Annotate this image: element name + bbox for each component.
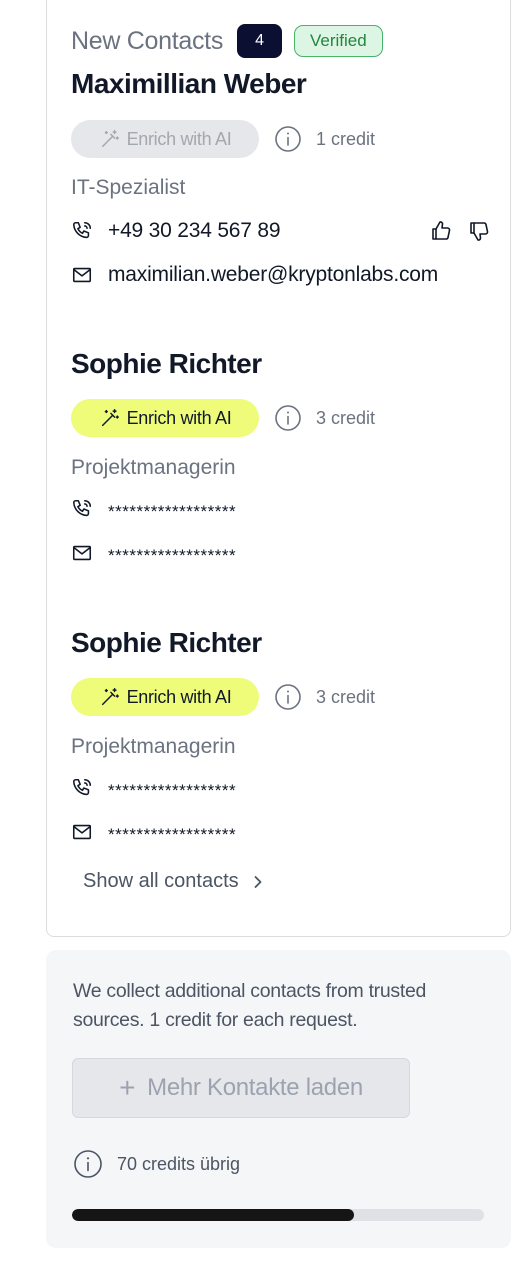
magic-wand-icon <box>101 409 119 427</box>
info-icon[interactable] <box>73 1149 103 1179</box>
enrich-row: Enrich with AI 3 credit <box>71 399 375 437</box>
enrich-with-ai-button[interactable]: Enrich with AI <box>71 120 259 158</box>
credits-progress-bar <box>72 1209 484 1221</box>
credit-cost: 1 credit <box>316 128 376 149</box>
show-all-label: Show all contacts <box>83 870 239 892</box>
enrich-with-ai-button[interactable]: Enrich with AI <box>71 399 259 437</box>
load-more-panel: We collect additional contacts from trus… <box>46 950 511 1248</box>
magic-wand-icon <box>101 130 119 148</box>
enrich-row: Enrich with AI 1 credit <box>71 120 375 158</box>
credits-progress-fill <box>72 1209 355 1221</box>
contact-name: Sophie Richter <box>71 348 262 379</box>
credits-label: 70 credits übrig <box>117 1153 241 1174</box>
phone-row: ****************** <box>71 495 491 523</box>
enrich-label: Enrich with AI <box>126 407 232 428</box>
info-icon[interactable] <box>274 683 302 711</box>
phone-number[interactable]: +49 30 234 567 89 <box>108 219 281 243</box>
phone-icon <box>72 778 92 796</box>
contact-name: Maximillian Weber <box>71 68 307 99</box>
contact-role: IT-Spezialist <box>71 176 186 199</box>
enrich-label: Enrich with AI <box>126 128 232 149</box>
phone-row: +49 30 234 567 89 <box>71 217 491 245</box>
email-address[interactable]: maximilian.weber@kryptonlabs.com <box>108 263 438 287</box>
email-masked: ****************** <box>108 824 237 844</box>
load-more-label: Mehr Kontakte laden <box>147 1074 363 1101</box>
verified-badge: Verified <box>294 25 383 57</box>
chevron-right-icon <box>254 875 262 888</box>
phone-masked: ****************** <box>108 501 237 521</box>
phone-icon <box>72 499 92 517</box>
email-row: maximilian.weber@kryptonlabs.com <box>71 261 491 289</box>
thumbs-up-icon[interactable] <box>429 219 453 243</box>
email-row: ****************** <box>71 539 491 567</box>
mail-icon <box>72 545 92 561</box>
phone-masked: ****************** <box>108 780 237 800</box>
phone-row: ****************** <box>71 774 491 802</box>
phone-icon <box>72 221 92 239</box>
contact-role: Projektmanagerin <box>71 456 236 479</box>
mail-icon <box>72 267 92 283</box>
enrich-label: Enrich with AI <box>126 686 232 707</box>
header-title: New Contacts <box>71 26 224 55</box>
credit-cost: 3 credit <box>316 686 376 707</box>
contact-role: Projektmanagerin <box>71 735 236 758</box>
mail-icon <box>72 824 92 840</box>
plus-icon: + <box>119 1072 136 1103</box>
magic-wand-icon <box>101 688 119 706</box>
show-all-contacts-link[interactable]: Show all contacts <box>83 870 265 893</box>
contact-name: Sophie Richter <box>71 627 262 658</box>
contacts-count-badge: 4 <box>237 24 283 58</box>
enrich-with-ai-button[interactable]: Enrich with AI <box>71 678 259 716</box>
load-more-contacts-button[interactable]: + Mehr Kontakte laden <box>72 1058 410 1118</box>
contacts-header: New Contacts 4 Verified <box>71 24 383 58</box>
email-row: ****************** <box>71 818 491 846</box>
panel-description: We collect additional contacts from trus… <box>73 980 427 1031</box>
info-icon[interactable] <box>274 125 302 153</box>
info-icon[interactable] <box>274 404 302 432</box>
enrich-row: Enrich with AI 3 credit <box>71 678 375 716</box>
thumbs-down-icon[interactable] <box>467 219 491 243</box>
credit-cost: 3 credit <box>316 407 376 428</box>
feedback-group <box>429 219 491 243</box>
credits-remaining: 70 credits übrig <box>73 1149 240 1179</box>
email-masked: ****************** <box>108 545 237 565</box>
